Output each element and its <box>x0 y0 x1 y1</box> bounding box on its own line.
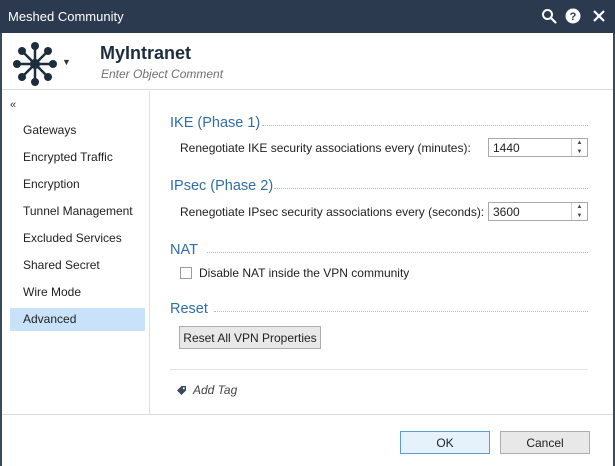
section-title-nat: NAT <box>170 242 198 258</box>
tag-icon <box>176 385 187 396</box>
sidebar-item-advanced[interactable]: Advanced <box>10 308 145 331</box>
dialog-footer: OK Cancel <box>0 414 615 466</box>
ike-minutes-stepper[interactable]: ▲ ▼ <box>488 138 588 157</box>
section-divider <box>274 188 588 189</box>
add-tag-label: Add Tag <box>193 383 238 397</box>
ike-renegotiate-label: Renegotiate IKE security associations ev… <box>180 141 471 155</box>
add-tag-link[interactable]: Add Tag <box>176 383 237 397</box>
ike-minutes-input[interactable] <box>489 139 571 156</box>
increment-icon[interactable]: ▲ <box>572 139 587 147</box>
section-title-ike: IKE (Phase 1) <box>170 115 261 131</box>
chevron-down-icon[interactable]: ▼ <box>62 57 71 67</box>
search-icon[interactable] <box>539 6 559 26</box>
title-bar: Meshed Community ? <box>0 0 615 33</box>
tag-divider <box>170 369 588 370</box>
help-icon[interactable]: ? <box>563 6 583 26</box>
ipsec-renegotiate-label: Renegotiate IPsec security associations … <box>180 205 485 219</box>
disable-nat-row[interactable]: Disable NAT inside the VPN community <box>180 266 409 280</box>
svg-text:?: ? <box>570 11 577 23</box>
reset-vpn-properties-button[interactable]: Reset All VPN Properties <box>179 326 321 349</box>
close-icon[interactable] <box>589 6 609 26</box>
sidebar-item-encrypted-traffic[interactable]: Encrypted Traffic <box>10 146 145 169</box>
sidebar-item-encryption[interactable]: Encryption <box>10 173 145 196</box>
section-divider <box>214 311 588 312</box>
sidebar: « Gateways Encrypted Traffic Encryption … <box>0 91 150 414</box>
sidebar-item-excluded-services[interactable]: Excluded Services <box>10 227 145 250</box>
object-header: ▼ MyIntranet Enter Object Comment <box>0 33 615 90</box>
sidebar-item-gateways[interactable]: Gateways <box>10 119 145 142</box>
disable-nat-label: Disable NAT inside the VPN community <box>199 266 410 280</box>
object-name[interactable]: MyIntranet <box>100 43 191 64</box>
ok-button[interactable]: OK <box>400 431 490 454</box>
mesh-community-icon[interactable] <box>12 41 58 87</box>
content-panel: IKE (Phase 1) Renegotiate IKE security a… <box>150 91 615 414</box>
decrement-icon[interactable]: ▼ <box>572 148 587 156</box>
double-chevron-left-icon[interactable]: « <box>10 99 16 111</box>
stepper-arrows: ▲ ▼ <box>571 203 587 220</box>
decrement-icon[interactable]: ▼ <box>572 212 587 220</box>
cancel-button[interactable]: Cancel <box>500 431 590 454</box>
increment-icon[interactable]: ▲ <box>572 203 587 211</box>
sidebar-item-tunnel-management[interactable]: Tunnel Management <box>10 200 145 223</box>
window-title: Meshed Community <box>8 9 124 24</box>
section-title-ipsec: IPsec (Phase 2) <box>170 178 274 194</box>
ipsec-seconds-stepper[interactable]: ▲ ▼ <box>488 202 588 221</box>
sidebar-item-shared-secret[interactable]: Shared Secret <box>10 254 145 277</box>
section-divider <box>262 125 588 126</box>
sidebar-item-wire-mode[interactable]: Wire Mode <box>10 281 145 304</box>
ipsec-seconds-input[interactable] <box>489 203 571 220</box>
window-border <box>0 33 2 466</box>
stepper-arrows: ▲ ▼ <box>571 139 587 156</box>
section-divider <box>207 252 588 253</box>
object-comment-field[interactable]: Enter Object Comment <box>101 67 223 81</box>
disable-nat-checkbox[interactable] <box>180 267 192 279</box>
section-title-reset: Reset <box>170 301 208 317</box>
